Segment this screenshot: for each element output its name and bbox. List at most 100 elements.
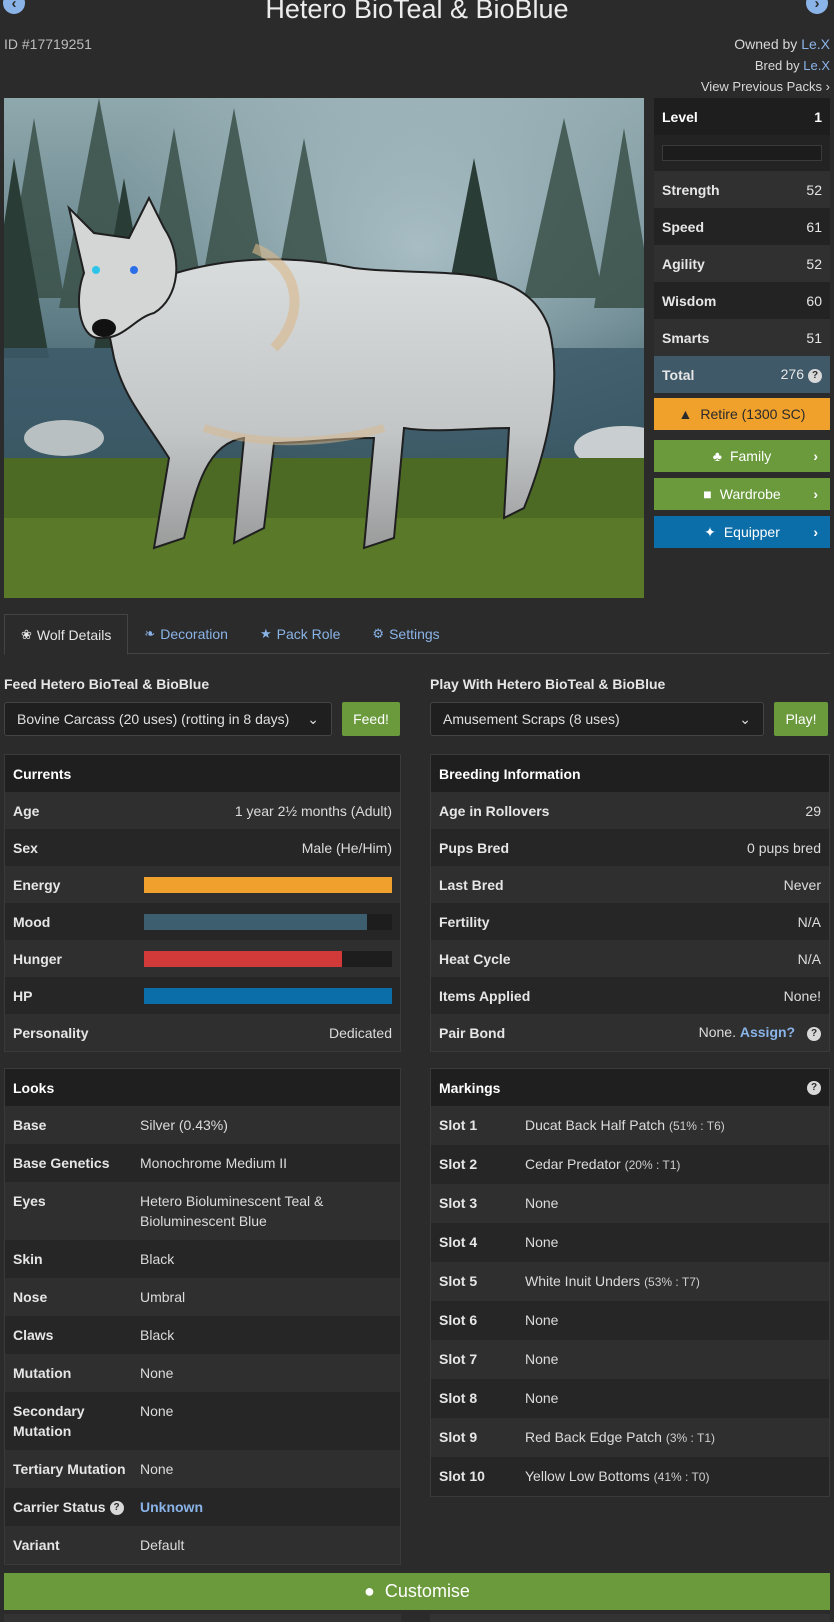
- tab-label: Wolf Details: [36, 626, 112, 643]
- variant-row: Variant Default: [5, 1526, 400, 1564]
- looks-title-text: Looks: [13, 1079, 55, 1096]
- lower-panel-edge: [4, 1614, 401, 1622]
- marking-row: Slot 4 None: [431, 1223, 829, 1262]
- hunger-bar: [144, 950, 392, 967]
- chevron-right-icon: ›: [813, 448, 818, 464]
- carrier-status-link[interactable]: Unknown: [140, 1497, 203, 1517]
- breeding-value: 0 pups bred: [747, 839, 821, 856]
- wardrobe-button[interactable]: ■ Wardrobe ›: [654, 478, 830, 510]
- looks-label: Claws: [13, 1327, 54, 1343]
- equipper-button[interactable]: ✦ Equipper ›: [654, 516, 830, 548]
- feed-button[interactable]: Feed!: [342, 702, 400, 736]
- lower-panel-edge: [430, 1614, 830, 1622]
- stat-row: Agility 52: [654, 245, 830, 282]
- tab-label: Decoration: [160, 626, 228, 642]
- retire-label: Retire (1300 SC): [700, 406, 806, 422]
- question-circle-icon[interactable]: ?: [807, 1026, 821, 1041]
- play-select[interactable]: Amusement Scraps (8 uses) ⌄: [430, 702, 764, 736]
- stat-label: Agility: [662, 255, 705, 272]
- stat-label: Smarts: [662, 329, 710, 346]
- play-label: Play With Hetero BioTeal & BioBlue: [430, 676, 666, 692]
- breeder-link[interactable]: Le.X: [803, 58, 830, 73]
- carrier-status-row: Carrier Status? Unknown: [5, 1488, 400, 1526]
- breeding-row: Pups Bred 0 pups bred: [431, 829, 829, 866]
- family-button[interactable]: ♣ Family ›: [654, 440, 830, 472]
- tab-decoration[interactable]: ❧ Decoration: [128, 614, 244, 654]
- owned-by-label: Owned by: [734, 36, 798, 52]
- leaf-icon: ❧: [144, 626, 156, 641]
- owner-link[interactable]: Le.X: [801, 36, 830, 52]
- pair-bond-label: Pair Bond: [439, 1024, 506, 1041]
- looks-row: Base Genetics Monochrome Medium II: [5, 1144, 400, 1182]
- question-circle-icon[interactable]: ?: [807, 1080, 821, 1095]
- marking-name: None: [525, 1312, 559, 1328]
- marking-slot: Slot 9: [439, 1429, 478, 1445]
- breeding-label: Age in Rollovers: [439, 802, 550, 819]
- age-row: Age 1 year 2½ months (Adult): [5, 792, 400, 829]
- looks-value: None: [140, 1365, 174, 1381]
- looks-value: Umbral: [140, 1289, 186, 1305]
- stat-label: Speed: [662, 218, 705, 235]
- tab-pack-role[interactable]: ★ Pack Role: [244, 614, 356, 654]
- paw-icon: ❀: [21, 626, 32, 642]
- stat-row: Wisdom 60: [654, 282, 830, 319]
- wolf-id: ID #17719251: [4, 36, 92, 52]
- marking-detail: (3% : T1): [665, 1431, 715, 1445]
- owned-by: Owned by Le.X: [734, 36, 830, 52]
- breeding-value: N/A: [797, 950, 821, 967]
- marking-detail: (51% : T6): [668, 1119, 725, 1133]
- marking-row: Slot 1 Ducat Back Half Patch (51% : T6): [431, 1106, 829, 1145]
- marking-name: None: [525, 1351, 559, 1367]
- bred-by: Bred by Le.X: [755, 58, 830, 73]
- marking-detail: (20% : T1): [624, 1158, 681, 1172]
- feed-select[interactable]: Bovine Carcass (20 uses) (rotting in 8 d…: [4, 702, 332, 736]
- sex-value: Male (He/Him): [301, 839, 392, 856]
- family-label: Family: [729, 448, 772, 464]
- marking-row: Slot 10 Yellow Low Bottoms (41% : T0): [431, 1457, 829, 1496]
- stat-total-label: Total: [662, 366, 695, 383]
- marking-detail: (41% : T0): [653, 1470, 710, 1484]
- assign-link[interactable]: Assign?: [740, 1024, 795, 1040]
- view-previous-packs-link[interactable]: View Previous Packs ›: [701, 79, 830, 94]
- marking-row: Slot 9 Red Back Edge Patch (3% : T1): [431, 1418, 829, 1457]
- stat-value: 60: [806, 292, 822, 309]
- chevron-down-icon: ⌄: [739, 710, 751, 727]
- carrier-status-label: Carrier Status?: [13, 1497, 140, 1517]
- chevron-right-icon: ›: [813, 524, 818, 540]
- breeding-value: Never: [783, 876, 821, 893]
- pair-bond-row: Pair Bond None. Assign? ?: [431, 1014, 829, 1051]
- breeding-label: Last Bred: [439, 876, 504, 893]
- shirt-icon: ■: [703, 486, 712, 502]
- looks-label: Nose: [13, 1289, 48, 1305]
- marking-name: Yellow Low Bottoms: [525, 1468, 650, 1484]
- question-circle-icon[interactable]: ?: [808, 368, 822, 383]
- hp-bar: [144, 987, 392, 1004]
- marking-row: Slot 3 None: [431, 1184, 829, 1223]
- energy-bar-fill: [144, 876, 392, 893]
- breeding-value: None!: [783, 987, 821, 1004]
- chevron-right-icon: ›: [825, 79, 830, 94]
- looks-value: Monochrome Medium II: [140, 1155, 288, 1171]
- looks-label: Secondary Mutation: [13, 1403, 85, 1439]
- marking-slot: Slot 2: [439, 1156, 478, 1172]
- customise-button[interactable]: ● Customise: [4, 1573, 830, 1610]
- hunger-label: Hunger: [13, 950, 62, 967]
- marking-slot: Slot 6: [439, 1312, 478, 1328]
- looks-value: Black: [140, 1251, 175, 1267]
- question-circle-icon[interactable]: ?: [109, 1501, 124, 1516]
- marking-slot: Slot 8: [439, 1390, 478, 1406]
- tab-wolf-details[interactable]: ❀ Wolf Details: [4, 614, 129, 655]
- tab-settings[interactable]: ⚙ Settings: [356, 614, 455, 654]
- marking-name: Cedar Predator: [525, 1156, 621, 1172]
- play-button[interactable]: Play!: [774, 702, 828, 736]
- looks-label: Mutation: [13, 1365, 72, 1381]
- breeding-value: N/A: [797, 913, 821, 930]
- retire-button[interactable]: ▲ Retire (1300 SC): [654, 398, 830, 430]
- looks-row: Base Silver (0.43%): [5, 1106, 400, 1144]
- breeding-label: Heat Cycle: [439, 950, 511, 967]
- stat-label: Wisdom: [662, 292, 717, 309]
- breeding-label: Pups Bred: [439, 839, 510, 856]
- hunger-row: Hunger: [5, 940, 400, 977]
- sex-label: Sex: [13, 839, 38, 856]
- breeding-title-text: Breeding Information: [439, 765, 581, 782]
